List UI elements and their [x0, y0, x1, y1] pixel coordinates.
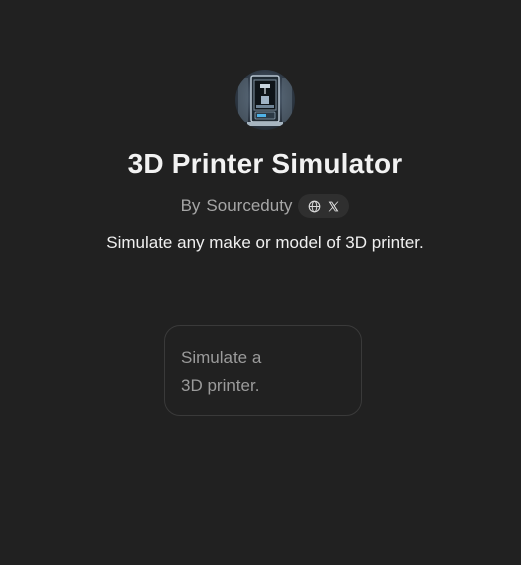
gpt-title: 3D Printer Simulator [127, 148, 403, 179]
starter-text-line-2: 3D printer. [181, 376, 260, 395]
gpt-description: Simulate any make or model of 3D printer… [106, 233, 424, 252]
globe-icon[interactable] [308, 200, 321, 213]
starter-text-line-1: Simulate a [181, 348, 262, 367]
gpt-landing: 3D Printer Simulator By Sourceduty Simul… [0, 0, 521, 565]
x-logo-icon[interactable] [327, 200, 340, 213]
conversation-starter-button[interactable]: Simulate a 3D printer. [164, 325, 362, 416]
author-name: Sourceduty [206, 196, 293, 215]
author-links [298, 194, 350, 218]
gpt-avatar [235, 70, 295, 130]
3d-printer-avatar-icon [235, 70, 295, 130]
by-prefix: By [180, 196, 201, 215]
author-byline: By Sourceduty [0, 194, 521, 218]
